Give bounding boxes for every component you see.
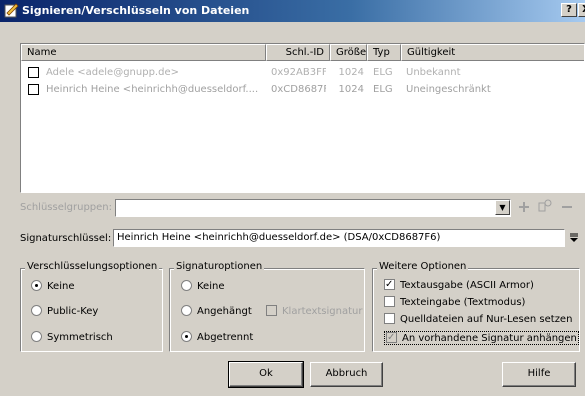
ascii-armor-checkbox[interactable]: Textausgabe (ASCII Armor) [384,279,534,291]
remove-group-icon[interactable] [560,200,574,214]
add-group-icon[interactable] [517,200,531,214]
key-list[interactable]: Name Schl.-ID Größe Typ Gültigkeit Adele… [20,43,585,193]
append-signature-checkbox[interactable]: An vorhandene Signatur anhängen [384,331,579,345]
checkbox-icon [384,313,395,324]
encryption-none-radio[interactable]: Keine [31,280,74,292]
key-row-validity: Uneingeschränkt [406,84,491,95]
ascii-armor-label: Textausgabe (ASCII Armor) [400,280,534,291]
column-header-type[interactable]: Typ [367,44,401,61]
key-row[interactable]: Heinrich Heine <heinrichh@duesseldorf...… [21,83,584,98]
key-row-checkbox[interactable] [28,84,39,95]
encryption-none-label: Keine [47,281,75,292]
signature-attached-radio[interactable]: Angehängt [181,305,252,317]
key-row-size: 1024 [338,67,364,78]
signature-detached-label: Abgetrennt [197,332,254,343]
key-row-checkbox[interactable] [28,67,39,78]
checkbox-icon [384,296,395,307]
column-header-size[interactable]: Größe [330,44,367,61]
append-signature-label: An vorhandene Signatur anhängen [402,333,577,344]
key-groups-label: Schlüsselgruppen: [20,202,113,213]
textmode-label: Texteingabe (Textmodus) [400,297,526,308]
key-row-validity: Unbekannt [406,67,461,78]
help-title-button[interactable]: ? [561,3,577,17]
chevron-down-icon[interactable]: ▼ [495,200,510,215]
key-row-id: 0x92AB3FF7 [271,67,326,78]
cancel-button[interactable]: Abbruch [310,362,383,387]
app-icon [4,3,19,18]
chevron-down-icon[interactable] [568,232,580,244]
radio-icon [181,305,192,316]
key-row-name: Adele <adele@gnupp.de> [46,67,179,78]
encryption-symmetric-radio[interactable]: Symmetrisch [31,331,113,343]
window-title: Signieren/Verschlüsseln von Dateien [22,4,250,17]
help-button[interactable]: Hilfe [502,362,576,387]
signature-none-label: Keine [197,281,225,292]
column-header-validity[interactable]: Gültigkeit [401,44,584,61]
radio-icon [31,331,42,342]
key-row-name: Heinrich Heine <heinrichh@duesseldorf...… [46,84,259,95]
checkbox-checked-icon [384,279,395,290]
signature-key-field[interactable]: Heinrich Heine <heinrichh@duesseldorf.de… [113,229,565,247]
signature-attached-label: Angehängt [197,306,252,317]
readonly-label: Quelldateien auf Nur-Lesen setzen [400,314,573,325]
signature-detached-radio[interactable]: Abgetrennt [181,331,253,343]
key-groups-combo[interactable]: ▼ [115,199,511,217]
edit-group-icon[interactable] [537,198,553,214]
key-row-size: 1024 [338,84,364,95]
signature-options-legend: Signaturoptionen [174,261,265,272]
encryption-public-key-radio[interactable]: Public-Key [31,305,98,317]
encryption-options-legend: Verschlüsselungsoptionen [25,261,160,272]
signature-none-radio[interactable]: Keine [181,280,224,292]
encryption-public-key-label: Public-Key [47,306,99,317]
checkbox-icon [266,305,277,316]
key-row-type: ELG [373,67,393,78]
more-options-legend: Weitere Optionen [377,261,469,272]
radio-icon [181,280,192,291]
key-row-type: ELG [373,84,393,95]
title-bar: Signieren/Verschlüsseln von Dateien ? X [0,0,585,22]
key-row[interactable]: Adele <adele@gnupp.de> 0x92AB3FF7 1024 E… [21,66,584,81]
key-row-id: 0xCD8687F6 [271,84,326,95]
signature-key-label: Signaturschlüssel: [20,233,112,244]
ok-button[interactable]: Ok [228,361,304,388]
cleartext-signature-checkbox[interactable]: Klartextsignatur [266,305,362,317]
checkbox-checked-icon [386,332,397,343]
key-list-header: Name Schl.-ID Größe Typ Gültigkeit [21,44,584,61]
readonly-checkbox[interactable]: Quelldateien auf Nur-Lesen setzen [384,313,572,325]
column-header-name[interactable]: Name [21,44,266,61]
cleartext-signature-label: Klartextsignatur [282,306,363,317]
column-header-key-id[interactable]: Schl.-ID [266,44,330,61]
radio-selected-icon [181,331,192,342]
textmode-checkbox[interactable]: Texteingabe (Textmodus) [384,296,525,308]
radio-selected-icon [31,280,42,291]
radio-icon [31,305,42,316]
encryption-symmetric-label: Symmetrisch [47,332,113,343]
close-title-button[interactable]: X [578,3,585,17]
